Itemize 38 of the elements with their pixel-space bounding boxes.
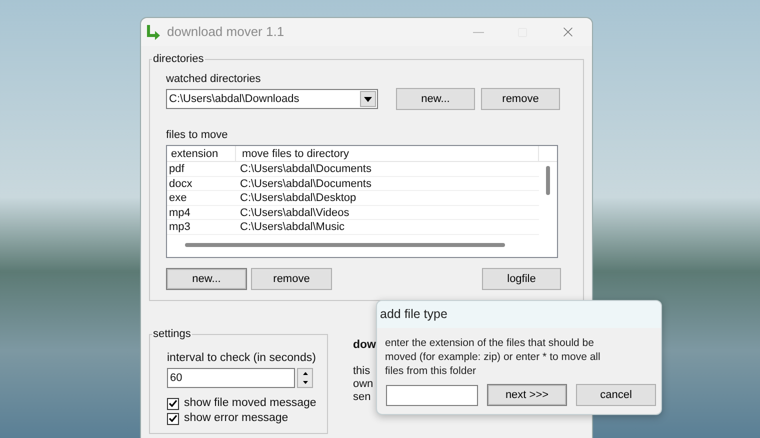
cancel-button[interactable]: cancel	[576, 384, 656, 406]
list-row[interactable]: mp4 C:\Users\abdal\Videos	[167, 206, 539, 220]
about-heading: dow	[353, 338, 377, 353]
dialog-title: add file type	[380, 306, 448, 324]
vertical-scrollbar-thumb[interactable]	[546, 166, 550, 195]
checkbox[interactable]	[167, 398, 179, 410]
column-header[interactable]: extension	[167, 146, 236, 161]
interval-field[interactable]: 60	[167, 368, 295, 388]
column-header[interactable]: move files to directory	[236, 146, 539, 161]
list-row[interactable]: exe C:\Users\abdal\Desktop	[167, 191, 539, 206]
about-text: sen	[353, 391, 372, 404]
group-legend: settings	[152, 327, 192, 341]
about-text: this	[353, 365, 372, 378]
horizontal-scrollbar-thumb[interactable]	[185, 243, 505, 247]
list-row[interactable]: pdf C:\Users\abdal\Documents	[167, 162, 539, 177]
list-row[interactable]: mp3 C:\Users\abdal\Music	[167, 220, 539, 235]
checkbox-label: show file moved message	[184, 397, 316, 410]
dialog-message: enter the extension of the files that should be moved (for example: zip) or enter * to move all files from this folder	[385, 336, 602, 378]
up-arrow-icon	[302, 372, 308, 375]
app-logo-icon	[145, 24, 161, 40]
checkbox[interactable]	[167, 412, 179, 424]
about-text: own	[353, 378, 374, 392]
directory-button[interactable]: remove	[481, 88, 560, 110]
window-title: download mover 1.1	[167, 23, 284, 42]
next-button[interactable]: next >>>	[487, 384, 567, 406]
field-label: files to move	[166, 128, 229, 142]
field-label: interval to check (in seconds)	[167, 351, 317, 365]
logfile-button[interactable]: logfile	[482, 268, 561, 290]
field-label: watched directories	[166, 72, 262, 86]
extension-field[interactable]	[386, 384, 478, 406]
list-row[interactable]: docx C:\Users\abdal\Documents	[167, 176, 539, 192]
file-type-button[interactable]: new...	[166, 268, 247, 290]
directory-button[interactable]: new...	[396, 88, 475, 110]
directory-dropdown[interactable]: C:\Users\abdal\Downloads	[166, 89, 378, 109]
file-type-button[interactable]: remove	[251, 268, 332, 290]
down-arrow-icon	[302, 381, 308, 384]
checkbox-label: show error message	[184, 412, 288, 425]
spin-buttons[interactable]	[297, 368, 313, 388]
